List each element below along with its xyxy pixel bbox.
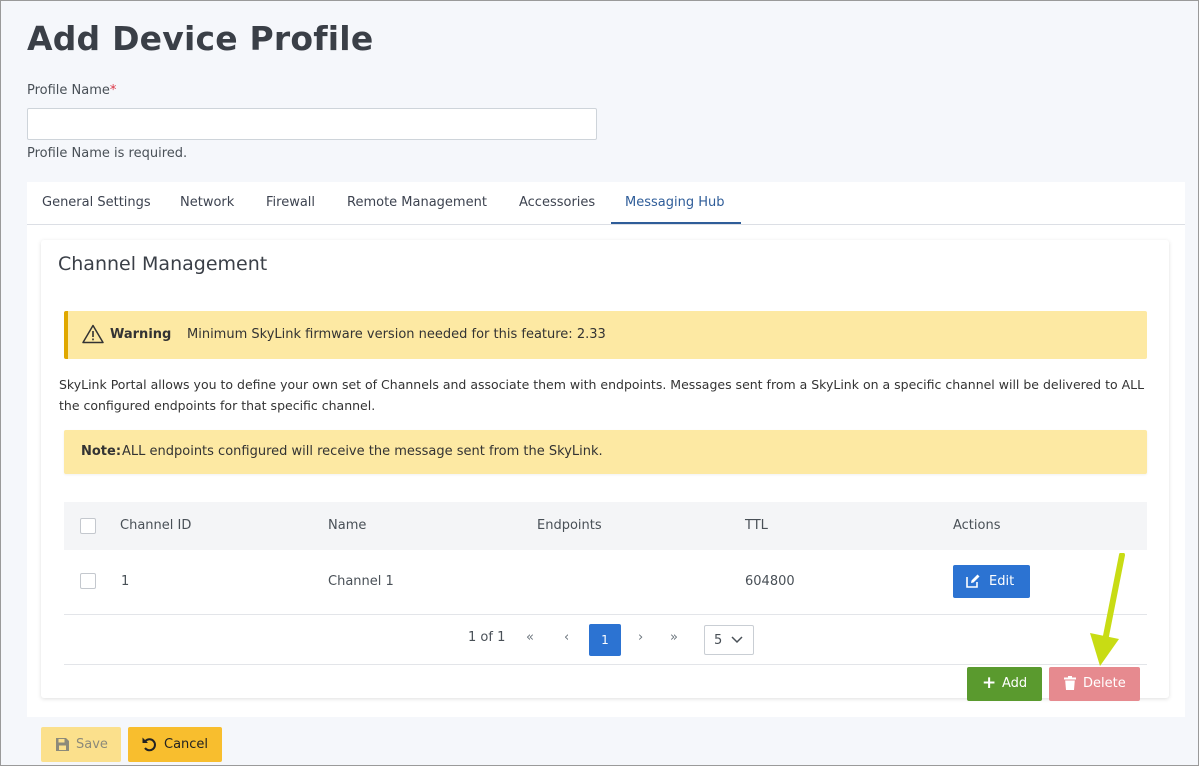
trash-icon <box>1064 676 1076 690</box>
add-channel-button[interactable]: + Add <box>967 667 1042 701</box>
page-info: 1 of 1 <box>468 630 506 645</box>
profile-name-error: Profile Name is required. <box>27 146 188 161</box>
edit-button-label: Edit <box>989 574 1015 589</box>
chevron-down-icon <box>731 636 743 644</box>
row-select-checkbox[interactable] <box>80 573 96 589</box>
first-page-button[interactable]: « <box>526 630 534 645</box>
page-size-select[interactable]: 5 <box>704 625 754 655</box>
cancel-button[interactable]: Cancel <box>128 727 222 762</box>
profile-name-label-text: Profile Name <box>27 83 110 98</box>
page-title: Add Device Profile <box>27 19 374 58</box>
cell-channel-id: 1 <box>121 574 130 589</box>
warning-label: Warning <box>110 327 172 342</box>
next-page-button[interactable]: › <box>638 630 643 645</box>
channel-management-card: Channel Management Warning Minimum SkyLi… <box>41 240 1169 701</box>
note-label: Note: <box>81 444 122 459</box>
column-header-channel-id: Channel ID <box>120 518 192 533</box>
note-text: ALL endpoints configured will receive th… <box>122 444 603 459</box>
warning-text: Minimum SkyLink firmware version needed … <box>187 327 606 342</box>
tab-messaging-hub[interactable]: Messaging Hub <box>625 182 724 224</box>
undo-icon <box>142 737 156 752</box>
column-header-actions: Actions <box>953 518 1001 533</box>
required-marker: * <box>109 83 117 98</box>
plus-icon: + <box>982 673 997 693</box>
cell-name: Channel 1 <box>328 574 394 589</box>
edit-button[interactable]: Edit <box>953 565 1030 598</box>
column-header-endpoints: Endpoints <box>537 518 602 533</box>
profile-tabs: General Settings Network Firewall Remote… <box>27 182 1185 225</box>
edit-icon <box>966 574 980 588</box>
endpoints-note-alert: Note: ALL endpoints configured will rece… <box>64 430 1147 474</box>
tab-remote-management[interactable]: Remote Management <box>347 182 487 224</box>
profile-name-label: Profile Name* <box>27 83 116 98</box>
delete-button-label: Delete <box>1083 676 1126 691</box>
app-frame: Add Device Profile Profile Name* Profile… <box>0 0 1199 766</box>
cell-ttl: 604800 <box>745 574 795 589</box>
tab-general-settings[interactable]: General Settings <box>42 182 151 224</box>
channel-table-header: Channel ID Name Endpoints TTL Actions <box>64 502 1147 550</box>
profile-name-input[interactable] <box>27 108 597 140</box>
save-button[interactable]: Save <box>41 727 121 762</box>
card-title: Channel Management <box>58 253 268 275</box>
firmware-warning-alert: Warning Minimum SkyLink firmware version… <box>64 311 1147 359</box>
column-header-name: Name <box>328 518 367 533</box>
channel-description: SkyLink Portal allows you to define your… <box>59 377 1145 413</box>
add-button-label: Add <box>1002 676 1028 691</box>
delete-channel-button[interactable]: Delete <box>1049 667 1140 701</box>
tab-firewall[interactable]: Firewall <box>266 182 315 224</box>
prev-page-button[interactable]: ‹ <box>564 630 569 645</box>
cancel-button-label: Cancel <box>164 737 209 752</box>
floppy-disk-icon <box>56 738 69 751</box>
table-row: 1 Channel 1 604800 Edit <box>64 550 1147 615</box>
tab-network[interactable]: Network <box>180 182 234 224</box>
arrow-down-icon <box>1090 553 1125 666</box>
warning-triangle-icon <box>82 324 104 344</box>
active-tab-indicator <box>611 222 741 224</box>
last-page-button[interactable]: » <box>670 630 678 645</box>
tab-accessories[interactable]: Accessories <box>519 182 595 224</box>
page-size-value: 5 <box>714 633 723 648</box>
column-header-ttl: TTL <box>745 518 768 533</box>
select-all-checkbox[interactable] <box>80 518 96 534</box>
save-button-label: Save <box>76 737 108 752</box>
current-page-button[interactable]: 1 <box>589 624 621 656</box>
pagination: 1 of 1 « ‹ 1 › » 5 <box>64 614 1147 665</box>
